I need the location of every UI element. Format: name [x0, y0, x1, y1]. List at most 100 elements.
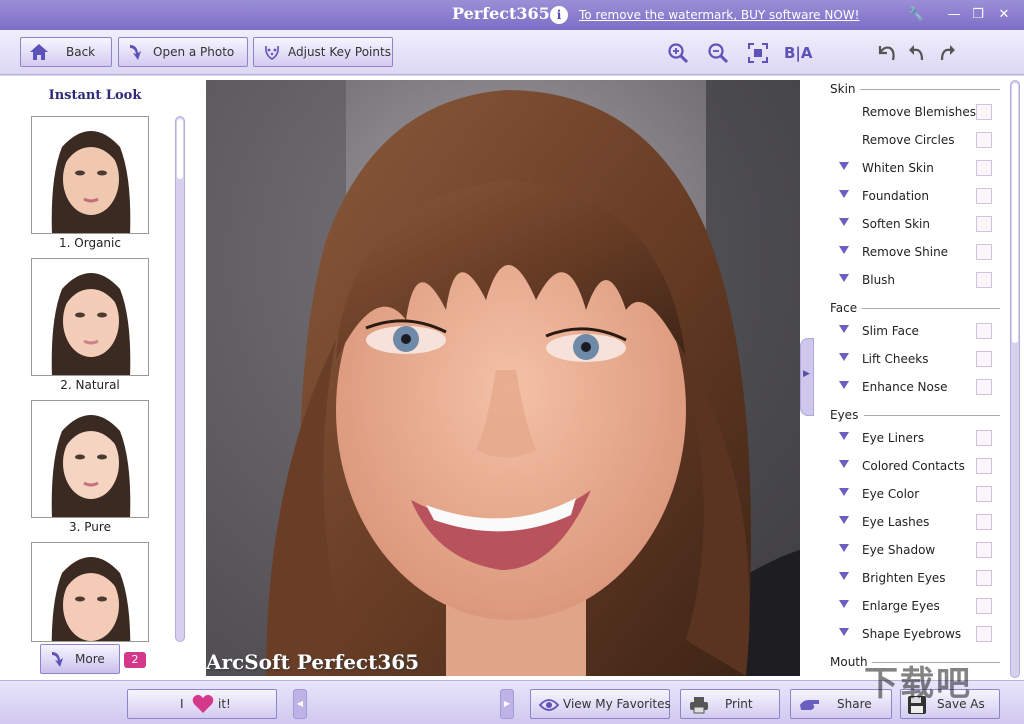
option-checkbox[interactable] — [976, 160, 992, 176]
face-thumbnail-image — [32, 401, 148, 517]
option-eye-shadow[interactable]: Eye Shadow — [814, 540, 1009, 562]
option-checkbox[interactable] — [976, 542, 992, 558]
option-blush[interactable]: Blush — [814, 270, 1009, 292]
zoom-out-icon[interactable] — [707, 42, 729, 64]
option-checkbox[interactable] — [976, 188, 992, 204]
expand-arrow-icon[interactable] — [839, 572, 849, 580]
collapse-panel-tab[interactable]: ▶ — [800, 338, 814, 416]
expand-arrow-icon[interactable] — [839, 544, 849, 552]
options-scrollbar-thumb[interactable] — [1012, 83, 1018, 343]
expand-arrow-icon[interactable] — [839, 353, 849, 361]
option-remove-blemishes[interactable]: Remove Blemishes — [814, 102, 1009, 124]
option-colored-contacts[interactable]: Colored Contacts — [814, 456, 1009, 478]
option-checkbox[interactable] — [976, 458, 992, 474]
look-label: 3. Pure — [69, 520, 111, 534]
option-remove-circles[interactable]: Remove Circles — [814, 130, 1009, 152]
more-looks-button[interactable]: More — [40, 644, 120, 674]
expand-arrow-icon[interactable] — [839, 325, 849, 333]
option-checkbox[interactable] — [976, 379, 992, 395]
option-checkbox[interactable] — [976, 626, 992, 642]
option-label: Soften Skin — [862, 217, 930, 231]
option-checkbox[interactable] — [976, 514, 992, 530]
look-thumbnail-natural[interactable] — [31, 258, 149, 376]
option-checkbox[interactable] — [976, 486, 992, 502]
expand-arrow-icon[interactable] — [839, 628, 849, 636]
expand-arrow-icon[interactable] — [839, 246, 849, 254]
love-it-button[interactable]: I it! — [127, 689, 277, 719]
open-photo-button[interactable]: Open a Photo — [118, 37, 248, 67]
option-checkbox[interactable] — [976, 132, 992, 148]
option-checkbox[interactable] — [976, 104, 992, 120]
restore-icon[interactable]: ❐ — [968, 5, 988, 25]
option-eye-liners[interactable]: Eye Liners — [814, 428, 1009, 450]
option-label: Eye Shadow — [862, 543, 936, 557]
face-points-icon — [265, 45, 279, 60]
section-face: Face — [830, 301, 858, 315]
option-checkbox[interactable] — [976, 351, 992, 367]
undo-icon[interactable] — [906, 42, 928, 64]
expand-arrow-icon[interactable] — [839, 274, 849, 282]
section-skin: Skin — [830, 82, 856, 96]
options-scrollbar[interactable] — [1010, 80, 1020, 678]
expand-arrow-icon[interactable] — [839, 218, 849, 226]
share-hand-icon — [800, 699, 819, 710]
option-checkbox[interactable] — [976, 430, 992, 446]
settings-icon[interactable]: 🔧 — [906, 5, 926, 25]
chevron-left-icon[interactable]: ◀ — [293, 689, 307, 719]
expand-arrow-icon[interactable] — [839, 600, 849, 608]
close-icon[interactable]: ✕ — [994, 5, 1014, 25]
option-enhance-nose[interactable]: Enhance Nose — [814, 377, 1009, 399]
info-icon[interactable]: i — [550, 6, 568, 24]
look-thumbnail-pure[interactable] — [31, 400, 149, 518]
expand-arrow-icon[interactable] — [839, 460, 849, 468]
minimize-icon[interactable]: — — [944, 5, 964, 25]
option-eye-lashes[interactable]: Eye Lashes — [814, 512, 1009, 534]
option-checkbox[interactable] — [976, 272, 992, 288]
photo-canvas[interactable]: ArcSoft Perfect365 — [206, 80, 800, 676]
option-checkbox[interactable] — [976, 216, 992, 232]
option-checkbox[interactable] — [976, 323, 992, 339]
back-button[interactable]: Back — [20, 37, 112, 67]
option-checkbox[interactable] — [976, 244, 992, 260]
option-brighten-eyes[interactable]: Brighten Eyes — [814, 568, 1009, 590]
print-button[interactable]: Print — [680, 689, 780, 719]
expand-arrow-icon[interactable] — [839, 162, 849, 170]
option-eye-color[interactable]: Eye Color — [814, 484, 1009, 506]
option-checkbox[interactable] — [976, 598, 992, 614]
option-whiten-skin[interactable]: Whiten Skin — [814, 158, 1009, 180]
undo-all-icon[interactable] — [876, 42, 898, 64]
expand-arrow-icon[interactable] — [839, 516, 849, 524]
expand-arrow-icon[interactable] — [839, 488, 849, 496]
looks-scrollbar-thumb[interactable] — [177, 119, 183, 179]
option-remove-shine[interactable]: Remove Shine — [814, 242, 1009, 264]
buy-software-link[interactable]: To remove the watermark, BUY software NO… — [579, 8, 859, 22]
chevron-right-icon[interactable]: ▶ — [500, 689, 514, 719]
option-label: Slim Face — [862, 324, 919, 338]
option-checkbox[interactable] — [976, 570, 992, 586]
fit-screen-icon[interactable] — [747, 42, 769, 64]
option-foundation[interactable]: Foundation — [814, 186, 1009, 208]
instant-look-title: Instant Look — [48, 88, 142, 103]
adjust-key-points-button[interactable]: Adjust Key Points — [253, 37, 393, 67]
option-slim-face[interactable]: Slim Face — [814, 321, 1009, 343]
option-label: Colored Contacts — [862, 459, 965, 473]
redo-icon[interactable] — [936, 42, 958, 64]
option-soften-skin[interactable]: Soften Skin — [814, 214, 1009, 236]
view-favorites-button[interactable]: View My Favorites — [530, 689, 671, 719]
before-after-toggle[interactable]: B|A — [784, 42, 814, 64]
look-thumbnail-organic[interactable] — [31, 116, 149, 234]
expand-arrow-icon[interactable] — [839, 190, 849, 198]
zoom-in-icon[interactable] — [667, 42, 689, 64]
eye-icon — [539, 699, 559, 711]
chevron-right-icon: ▶ — [803, 369, 810, 379]
looks-scrollbar[interactable] — [175, 116, 185, 642]
face-thumbnail-image — [32, 117, 148, 233]
look-thumbnail-4[interactable] — [31, 542, 149, 642]
option-lift-cheeks[interactable]: Lift Cheeks — [814, 349, 1009, 371]
expand-arrow-icon[interactable] — [839, 381, 849, 389]
instant-look-panel: Instant Look 1. Organic 2. Natural 3. Pu… — [0, 76, 192, 680]
expand-arrow-icon[interactable] — [839, 432, 849, 440]
option-label: Brighten Eyes — [862, 571, 946, 585]
option-shape-eyebrows[interactable]: Shape Eyebrows — [814, 624, 1009, 646]
option-enlarge-eyes[interactable]: Enlarge Eyes — [814, 596, 1009, 618]
